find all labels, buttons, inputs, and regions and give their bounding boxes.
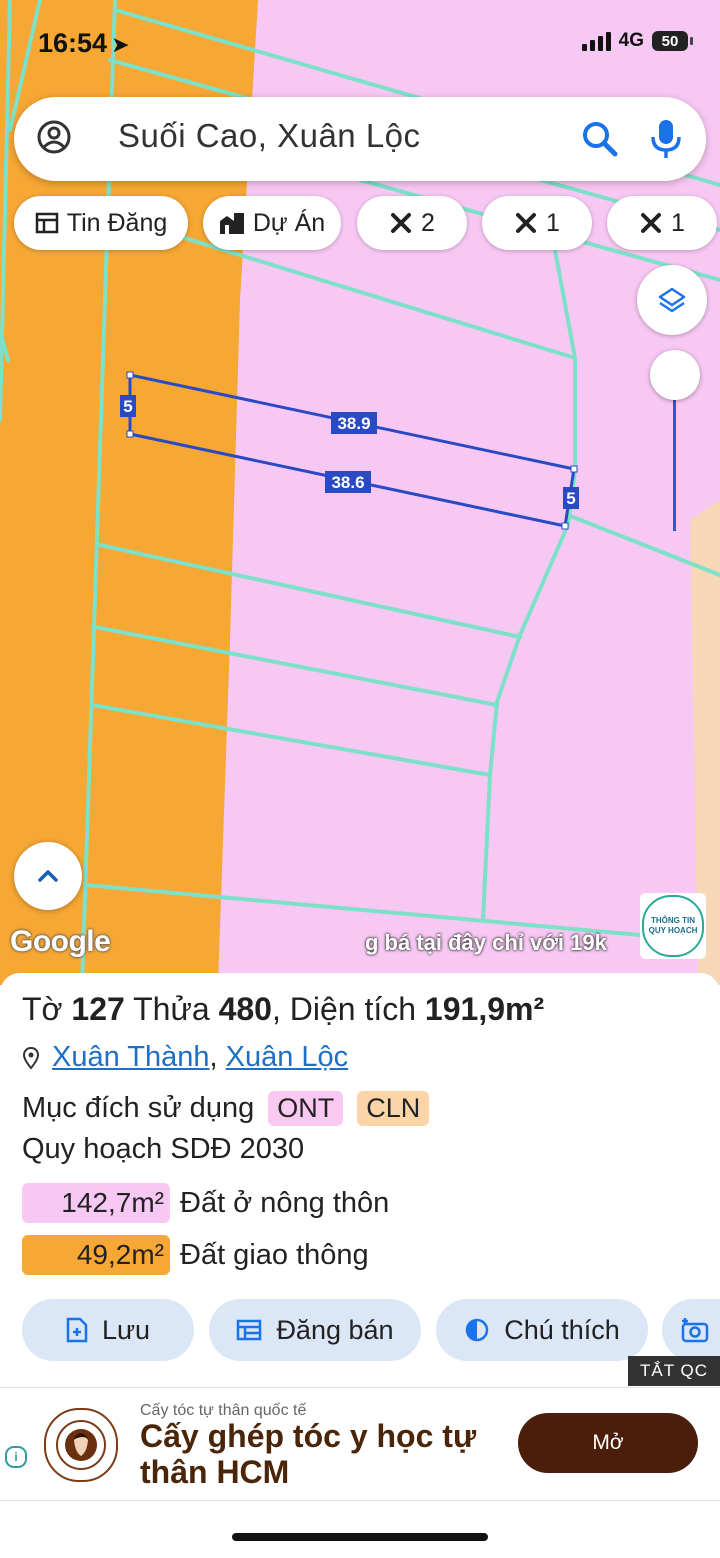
chip-du-an[interactable]: Dự Án	[203, 196, 341, 250]
expand-button[interactable]	[14, 842, 82, 910]
purpose-tag-ont: ONT	[268, 1091, 344, 1126]
tools-icon	[516, 213, 537, 233]
buildings-icon	[219, 213, 244, 234]
google-logo: Google	[10, 925, 111, 958]
chip-label: 1	[546, 208, 560, 237]
chip-label: 2	[421, 208, 435, 237]
add-photo-button[interactable]	[662, 1299, 720, 1361]
planning-badge-line1: THÔNG TIN	[651, 916, 695, 925]
area-value: 49,2m²	[22, 1235, 170, 1275]
layers-icon	[658, 287, 686, 313]
purpose-tag-cln: CLN	[357, 1091, 430, 1126]
contrast-icon	[465, 1318, 489, 1342]
opacity-slider-handle[interactable]	[650, 350, 700, 400]
clinic-logo-icon	[56, 1420, 106, 1470]
home-indicator[interactable]	[232, 1533, 488, 1541]
legend-label: Chú thích	[504, 1314, 620, 1345]
chip-tools-1[interactable]: 2	[357, 196, 467, 250]
area-row-residential: 142,7m² Đất ở nông thôn	[22, 1183, 389, 1223]
search-input[interactable]: Suối Cao, Xuân Lộc	[118, 117, 421, 155]
layers-button[interactable]	[637, 265, 707, 335]
chip-tin-dang[interactable]: Tin Đăng	[14, 196, 188, 250]
plan-label: Quy hoạch SDĐ 2030	[22, 1133, 305, 1165]
district-link[interactable]: Xuân Lộc	[226, 1041, 349, 1073]
planning-badge-line2: QUY HOẠCH	[648, 926, 698, 935]
chip-label: Tin Đăng	[66, 208, 168, 237]
area-row-traffic: 49,2m² Đất giao thông	[22, 1235, 369, 1275]
ad-logo	[44, 1408, 118, 1482]
add-photo-icon	[681, 1318, 709, 1343]
area-label: Đất giao thông	[180, 1238, 369, 1271]
legend-button[interactable]: Chú thích	[436, 1299, 648, 1361]
info-icon[interactable]: i	[5, 1446, 27, 1468]
table-icon	[35, 212, 58, 234]
location-pin-icon	[22, 1046, 40, 1070]
parcel-location: Xuân Thành, Xuân Lộc	[22, 1041, 348, 1074]
area-value: 142,7m²	[22, 1183, 170, 1223]
chip-tools-3[interactable]: 1	[607, 196, 717, 250]
land-use-purpose: Mục đích sử dụng ONT CLN	[22, 1091, 430, 1126]
measure-right-label: 5	[566, 489, 576, 508]
parcel-title: Tờ 127 Thửa 480, Diện tích 191,9m²	[22, 991, 545, 1027]
network-type: 4G	[618, 30, 644, 51]
account-icon[interactable]	[36, 119, 72, 155]
chip-label: 1	[671, 208, 685, 237]
add-file-icon	[66, 1317, 88, 1343]
status-bar: 16:54 ➤ 4G 50	[0, 0, 720, 90]
chip-tools-2[interactable]: 1	[482, 196, 592, 250]
tools-icon	[641, 213, 662, 233]
ad-headline: Cấy ghép tóc y học tự thân HCM	[140, 1418, 477, 1490]
table-icon	[237, 1319, 262, 1341]
clock: 16:54 ➤	[38, 28, 130, 58]
save-button[interactable]: Lưu	[22, 1299, 194, 1361]
measure-left-label: 5	[123, 397, 133, 416]
location-arrow-icon: ➤	[111, 32, 130, 57]
battery-icon: 50	[652, 31, 693, 51]
search-bar[interactable]: Suối Cao, Xuân Lộc	[14, 97, 706, 181]
tools-icon	[391, 213, 412, 233]
ward-link[interactable]: Xuân Thành	[52, 1041, 210, 1073]
chevron-up-icon	[38, 870, 58, 882]
planning-info-badge[interactable]: THÔNG TIN QUY HOẠCH	[640, 893, 706, 959]
search-icon[interactable]	[580, 119, 620, 159]
measure-top-label: 38.9	[337, 414, 371, 433]
microphone-icon[interactable]	[646, 117, 686, 161]
signal-icon	[581, 31, 611, 51]
chip-label: Dự Án	[252, 208, 326, 237]
parcel-info-panel: Tờ 127 Thửa 480, Diện tích 191,9m² Xuân …	[0, 973, 720, 1393]
area-label: Đất ở nông thôn	[180, 1186, 390, 1219]
post-sale-label: Đăng bán	[276, 1314, 394, 1345]
ad-banner[interactable]: i Cấy tóc tự thân quốc tế Cấy ghép tóc y…	[0, 1387, 720, 1501]
close-ad-button[interactable]: TẮT QC	[628, 1356, 720, 1386]
ad-marquee-text: g bá tại đây chỉ với 19k	[365, 930, 607, 955]
post-sale-button[interactable]: Đăng bán	[209, 1299, 421, 1361]
measure-bottom-label: 38.6	[331, 473, 365, 492]
save-label: Lưu	[101, 1314, 151, 1345]
ad-open-button[interactable]: Mở	[518, 1413, 698, 1473]
purpose-label: Mục đích sử dụng	[22, 1092, 255, 1124]
opacity-slider-track[interactable]	[673, 395, 676, 531]
